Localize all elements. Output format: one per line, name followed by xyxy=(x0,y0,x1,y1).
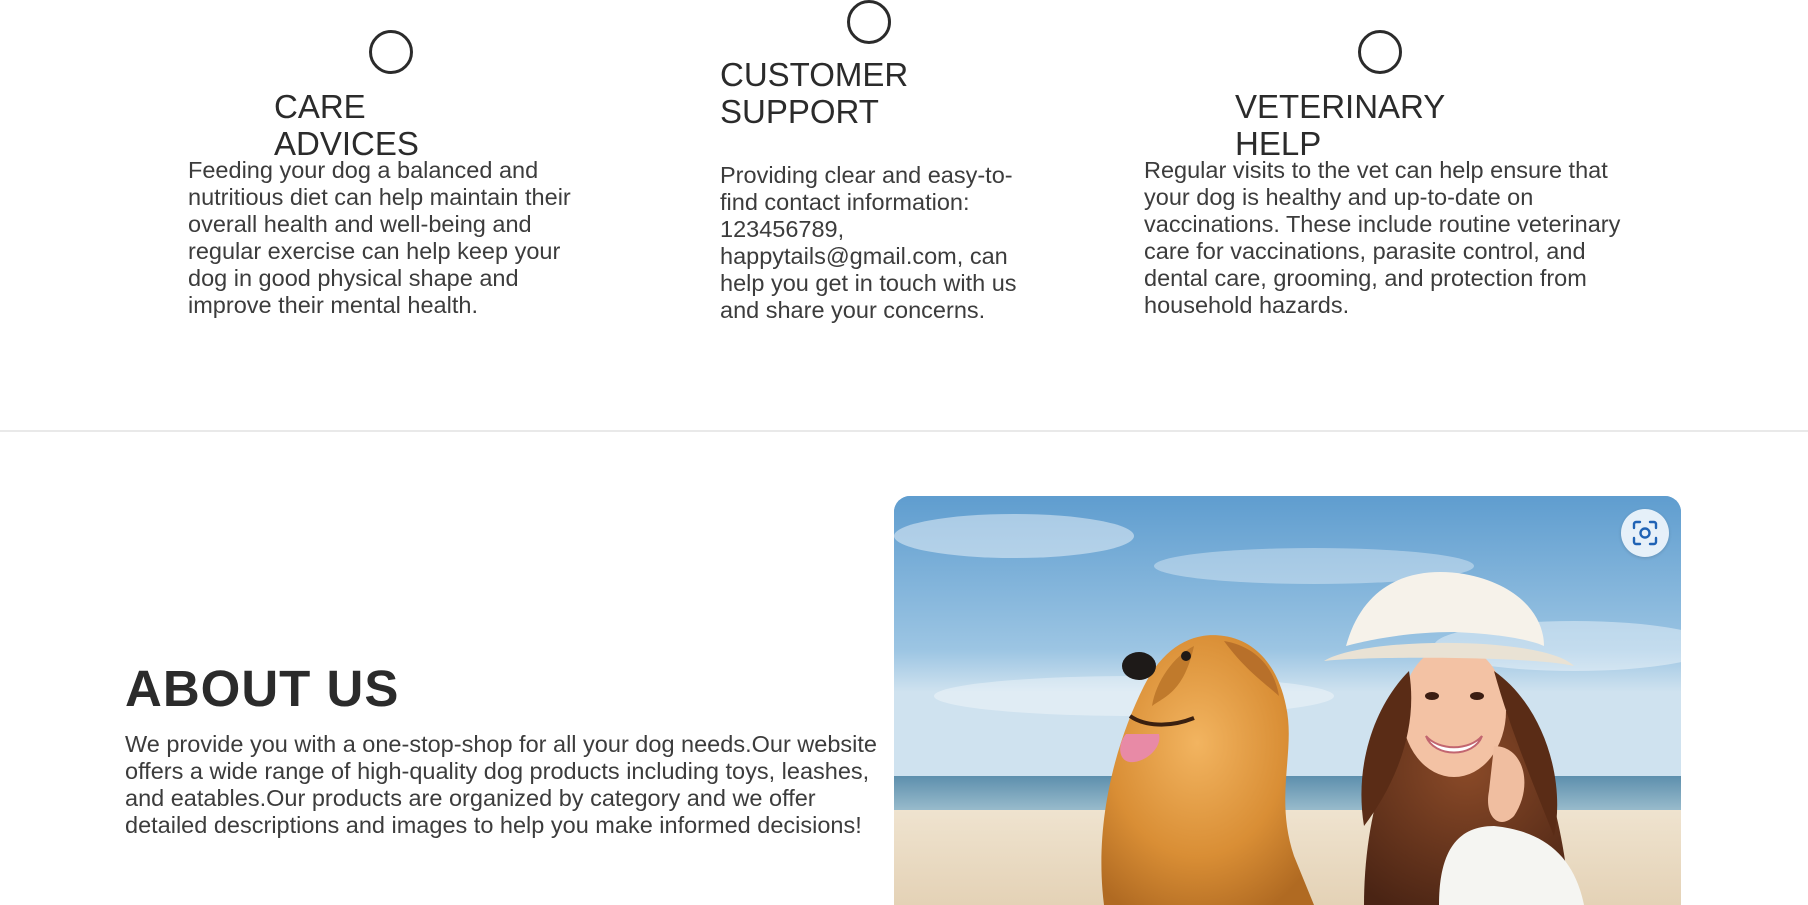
feature-text: Regular visits to the vet can help ensur… xyxy=(1144,157,1621,318)
visual-search-button[interactable] xyxy=(1621,509,1669,557)
section-divider xyxy=(0,430,1808,432)
about-photo xyxy=(894,496,1681,905)
feature-title-line: CUSTOMER xyxy=(720,56,909,93)
feature-title: CARE ADVICES xyxy=(274,88,419,162)
customer-support-icon xyxy=(847,0,891,44)
veterinary-help-icon xyxy=(1358,30,1402,74)
visual-search-icon xyxy=(1632,520,1658,546)
about-text: We provide you with a one-stop-shop for … xyxy=(125,731,877,838)
feature-title-line: SUPPORT xyxy=(720,93,879,130)
feature-text: Feeding your dog a balanced and nutritio… xyxy=(188,157,571,318)
care-advices-icon xyxy=(369,30,413,74)
about-title: ABOUT US xyxy=(125,660,400,717)
photo-illustration xyxy=(894,496,1681,905)
feature-text: Providing clear and easy-to-find contact… xyxy=(720,162,1017,323)
feature-title: VETERINARY HELP xyxy=(1235,88,1445,162)
feature-title: CUSTOMER SUPPORT xyxy=(720,56,908,130)
